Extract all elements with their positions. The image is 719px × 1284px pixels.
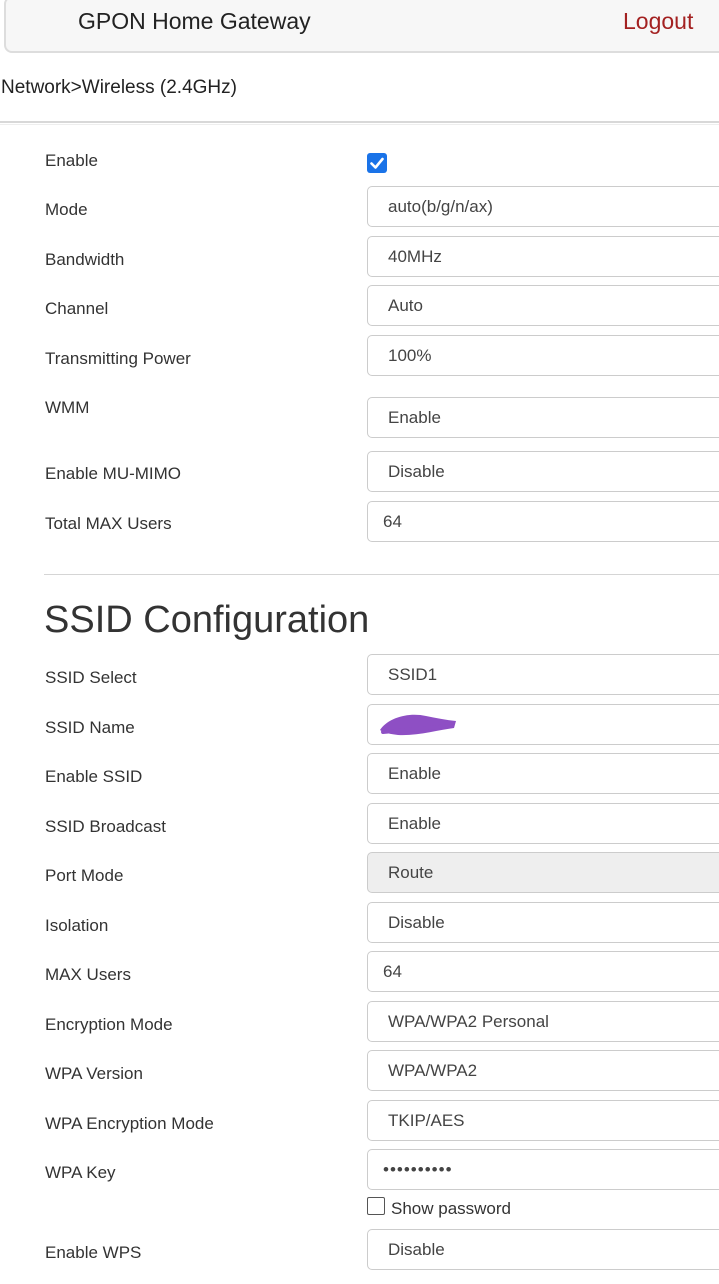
wpa-version-select[interactable]: WPA/WPA2 — [367, 1050, 719, 1091]
show-password-checkbox[interactable] — [367, 1197, 385, 1215]
isolation-label: Isolation — [45, 916, 109, 935]
ssid-broadcast-label: SSID Broadcast — [45, 817, 166, 836]
port-mode-select: Route — [367, 852, 719, 893]
mode-select[interactable]: auto(b/g/n/ax) — [367, 186, 719, 227]
total-max-users-label: Total MAX Users — [45, 514, 172, 533]
enable-ssid-label: Enable SSID — [45, 767, 143, 786]
ssid-configuration-title: SSID Configuration — [44, 599, 370, 641]
section-divider — [44, 574, 719, 575]
enable-ssid-select[interactable]: Enable — [367, 753, 719, 794]
encryption-mode-select[interactable]: WPA/WPA2 Personal — [367, 1001, 719, 1042]
brand-title: GPON Home Gateway — [78, 8, 311, 34]
bandwidth-label: Bandwidth — [45, 250, 125, 269]
transmitting-power-select[interactable]: 100% — [367, 335, 719, 376]
checkmark-icon — [370, 157, 384, 169]
total-max-users-input[interactable]: 64 — [367, 501, 719, 542]
divider — [0, 121, 719, 123]
bandwidth-select[interactable]: 40MHz — [367, 236, 719, 277]
wpa-version-label: WPA Version — [45, 1064, 143, 1083]
enable-wps-label: Enable WPS — [45, 1243, 142, 1262]
encryption-mode-label: Encryption Mode — [45, 1015, 173, 1034]
max-users-label: MAX Users — [45, 965, 131, 984]
ssid-select-label: SSID Select — [45, 668, 137, 687]
mode-label: Mode — [45, 200, 88, 219]
wpa-encryption-mode-select[interactable]: TKIP/AES — [367, 1100, 719, 1141]
enable-wps-select[interactable]: Disable — [367, 1229, 719, 1270]
redaction-scribble — [380, 714, 456, 736]
mu-mimo-select[interactable]: Disable — [367, 451, 719, 492]
port-mode-label: Port Mode — [45, 866, 124, 885]
breadcrumb: Network>Wireless (2.4GHz) — [1, 77, 237, 98]
wpa-key-input[interactable]: •••••••••• — [367, 1149, 719, 1190]
logout-link[interactable]: Logout — [623, 6, 693, 36]
divider-shadow — [0, 124, 719, 125]
transmitting-power-label: Transmitting Power — [45, 349, 191, 368]
max-users-input[interactable]: 64 — [367, 951, 719, 992]
wpa-encryption-mode-label: WPA Encryption Mode — [45, 1114, 214, 1133]
channel-select[interactable]: Auto — [367, 285, 719, 326]
channel-label: Channel — [45, 299, 109, 318]
show-password-label[interactable]: Show password — [391, 1198, 511, 1220]
ssid-select[interactable]: SSID1 — [367, 654, 719, 695]
mu-mimo-label: Enable MU-MIMO — [45, 464, 182, 483]
ssid-name-label: SSID Name — [45, 718, 135, 737]
isolation-select[interactable]: Disable — [367, 902, 719, 943]
enable-checkbox[interactable] — [367, 153, 387, 173]
wpa-key-label: WPA Key — [45, 1163, 116, 1182]
enable-label: Enable — [45, 151, 98, 170]
wmm-label: WMM — [45, 398, 90, 417]
ssid-broadcast-select[interactable]: Enable — [367, 803, 719, 844]
wmm-select[interactable]: Enable — [367, 397, 719, 438]
